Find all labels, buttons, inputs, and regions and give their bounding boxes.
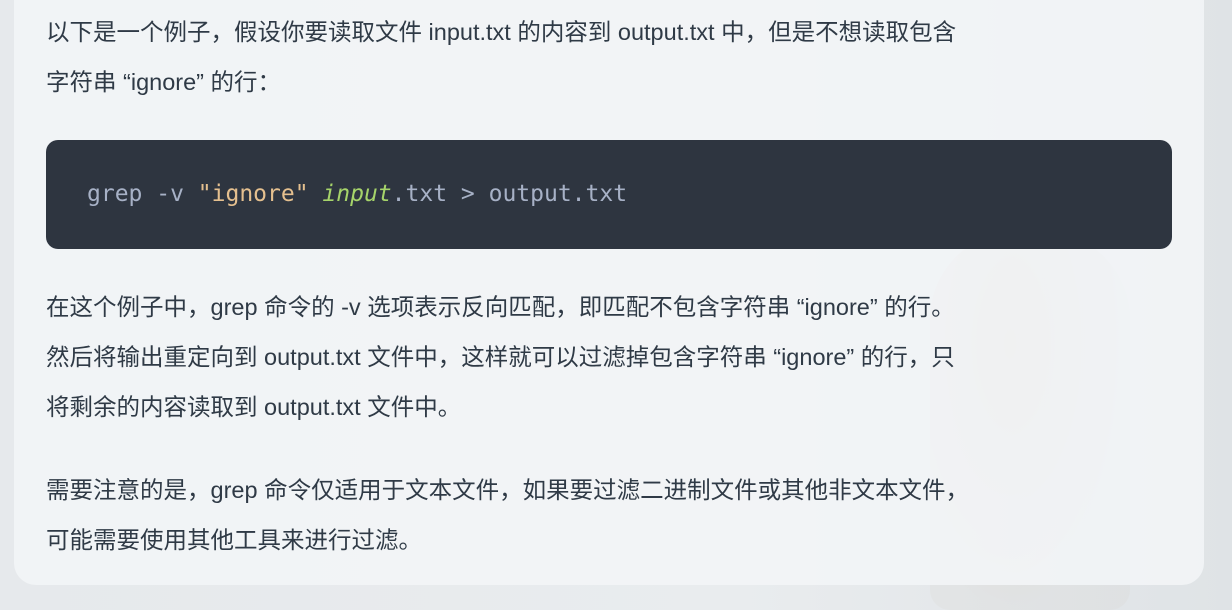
code-command: grep -v [87, 181, 198, 207]
intro-line-1: 以下是一个例子，假设你要读取文件 input.txt 的内容到 output.t… [46, 19, 957, 45]
code-line: grep -v "ignore" input.txt > output.txt [87, 176, 627, 212]
intro-line-2: 字符串 “ignore” 的行： [46, 69, 282, 95]
note-line-1: 需要注意的是，grep 命令仅适用于文本文件，如果要过滤二进制文件或其他非文本文… [46, 477, 970, 503]
code-block: grep -v "ignore" input.txt > output.txt [46, 140, 1172, 249]
note-line-2: 可能需要使用其他工具来进行过滤。 [46, 527, 422, 553]
explanation-line-1: 在这个例子中，grep 命令的 -v 选项表示反向匹配，即匹配不包含字符串 “i… [46, 294, 955, 320]
code-rest: .txt > output.txt [391, 181, 628, 207]
explanation-line-3: 将剩余的内容读取到 output.txt 文件中。 [46, 394, 462, 420]
code-string: "ignore" [197, 181, 309, 207]
explanation-line-2: 然后将输出重定向到 output.txt 文件中，这样就可以过滤掉包含字符串 “… [46, 344, 955, 370]
code-arg: input [322, 181, 392, 207]
